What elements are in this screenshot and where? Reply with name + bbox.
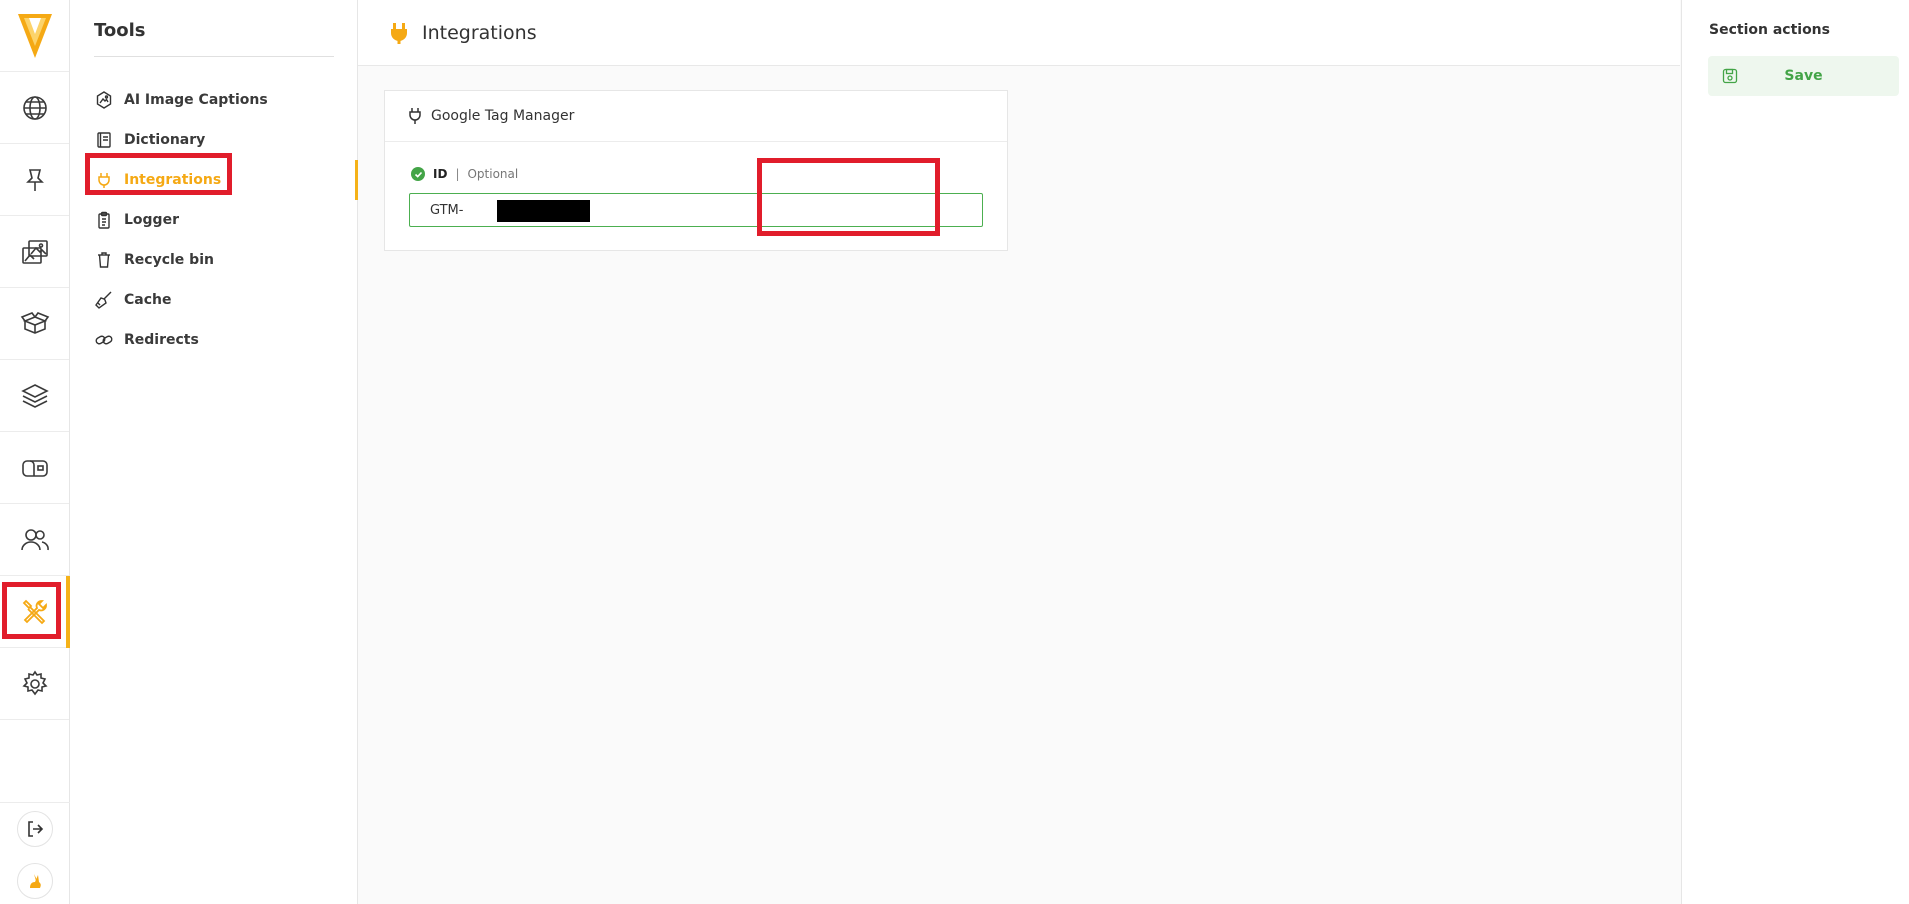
rabbit-avatar-icon xyxy=(30,874,41,888)
label-separator: | xyxy=(455,167,460,181)
rail-item-users[interactable] xyxy=(0,504,69,576)
rail-item-globe[interactable] xyxy=(0,72,69,144)
icon-rail xyxy=(0,0,70,904)
field-name: ID xyxy=(433,167,448,181)
tools-title: Tools xyxy=(94,20,146,41)
menu-item-label: Logger xyxy=(124,212,179,228)
menu-item-label: Dictionary xyxy=(124,132,206,148)
card-title: Google Tag Manager xyxy=(431,108,575,124)
menu-item-label: Redirects xyxy=(124,332,199,348)
rail-item-media[interactable] xyxy=(0,216,69,288)
check-circle-icon xyxy=(411,167,425,181)
image-caption-icon xyxy=(94,90,114,110)
trash-icon xyxy=(94,250,114,270)
menu-item-recycle-bin[interactable]: Recycle bin xyxy=(94,240,358,280)
globe-icon xyxy=(22,95,47,120)
pin-icon xyxy=(25,168,44,191)
app-logo[interactable] xyxy=(0,0,69,72)
avatar-circle xyxy=(17,863,53,899)
layers-icon xyxy=(20,383,49,408)
section-actions-title: Section actions xyxy=(1709,22,1830,38)
save-button[interactable]: Save xyxy=(1708,56,1899,96)
menu-item-label: Cache xyxy=(124,292,172,308)
logo-icon xyxy=(17,13,52,58)
user-avatar[interactable] xyxy=(0,855,70,904)
tools-divider xyxy=(94,56,334,57)
plug-icon xyxy=(409,108,421,124)
menu-item-cache[interactable]: Cache xyxy=(94,280,358,320)
menu-item-label: Recycle bin xyxy=(124,252,214,268)
rail-item-pin[interactable] xyxy=(0,144,69,216)
link-icon xyxy=(94,330,114,350)
tools-panel: Tools AI Image Captions Dictionary Integ… xyxy=(70,0,359,904)
menu-item-redirects[interactable]: Redirects xyxy=(94,320,358,360)
card-header: Google Tag Manager xyxy=(385,91,1007,142)
menu-item-logger[interactable]: Logger xyxy=(94,200,358,240)
settings-icon xyxy=(21,670,48,695)
rail-item-settings[interactable] xyxy=(0,648,69,720)
logout-button[interactable] xyxy=(0,803,70,855)
broom-icon xyxy=(94,290,114,310)
floppy-disk-icon xyxy=(1722,68,1738,84)
clipboard-icon xyxy=(94,210,114,230)
tools-menu: AI Image Captions Dictionary Integration… xyxy=(94,80,359,360)
logout-circle xyxy=(17,811,53,847)
users-icon xyxy=(20,528,49,550)
logout-icon xyxy=(28,821,44,837)
rail-highlight-box xyxy=(2,582,61,639)
plug-icon xyxy=(391,22,407,44)
redaction-block xyxy=(497,200,590,222)
rail-item-layers[interactable] xyxy=(0,360,69,432)
page-title: Integrations xyxy=(422,21,537,44)
field-highlight-box xyxy=(757,158,940,236)
rail-bottom xyxy=(0,802,70,904)
main-content: Integrations Google Tag Manager ID | Opt… xyxy=(358,0,1680,904)
package-icon xyxy=(20,311,49,334)
mailbox-icon xyxy=(21,459,48,477)
main-header: Integrations xyxy=(358,0,1680,66)
optional-tag: Optional xyxy=(467,167,519,181)
book-icon xyxy=(94,130,114,150)
rail-item-mailbox[interactable] xyxy=(0,432,69,504)
menu-item-label: AI Image Captions xyxy=(124,92,268,108)
rail-item-package[interactable] xyxy=(0,288,69,360)
id-field-label: ID | Optional xyxy=(411,167,518,181)
menu-highlight-box xyxy=(85,153,232,195)
media-icon xyxy=(21,239,48,264)
menu-item-ai-image-captions[interactable]: AI Image Captions xyxy=(94,80,358,120)
section-actions-panel: Section actions Save xyxy=(1681,0,1909,904)
